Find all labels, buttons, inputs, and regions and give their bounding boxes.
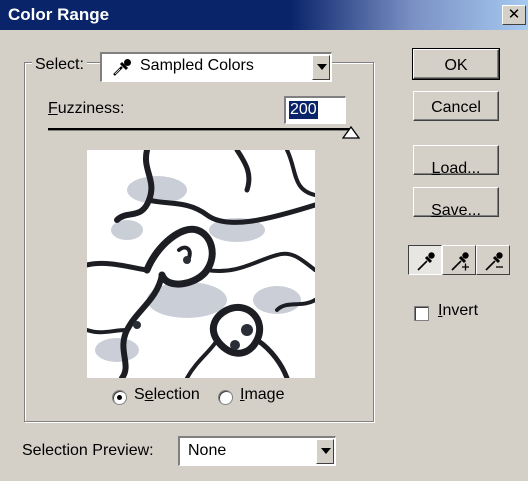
fuzziness-label: Fuzziness: bbox=[48, 100, 125, 117]
selection-preview-dropdown[interactable]: None bbox=[178, 436, 336, 466]
select-value: Sampled Colors bbox=[140, 57, 254, 74]
select-dropdown[interactable]: Sampled Colors bbox=[100, 52, 332, 82]
image-radio[interactable] bbox=[218, 390, 233, 405]
eyedropper-minus-tool-button[interactable] bbox=[476, 245, 510, 275]
load-button[interactable]: Load... bbox=[413, 145, 499, 177]
eyedropper-tool-button[interactable] bbox=[408, 245, 442, 275]
chevron-down-icon[interactable] bbox=[312, 55, 330, 80]
selection-preview-value: None bbox=[188, 442, 227, 459]
selection-radio-label[interactable]: Selection bbox=[134, 386, 200, 404]
selection-preview-label: Selection Preview: bbox=[22, 442, 154, 459]
chevron-down-icon[interactable] bbox=[316, 439, 334, 464]
invert-checkbox[interactable] bbox=[414, 306, 429, 321]
eyedropper-minus-icon bbox=[483, 250, 505, 277]
selection-radio[interactable] bbox=[112, 390, 127, 405]
cancel-button[interactable]: Cancel bbox=[413, 91, 499, 121]
select-legend: Select: bbox=[32, 53, 87, 77]
selection-preview-image[interactable] bbox=[87, 150, 315, 378]
fuzziness-value: 200 bbox=[289, 101, 318, 119]
fuzziness-slider-track[interactable] bbox=[48, 128, 352, 131]
select-label: Select: bbox=[35, 56, 84, 73]
close-icon: ✕ bbox=[507, 6, 521, 23]
eyedropper-plus-tool-button[interactable] bbox=[442, 245, 476, 275]
fuzziness-input[interactable]: 200 bbox=[284, 96, 346, 124]
image-radio-label[interactable]: Image bbox=[240, 386, 284, 404]
eyedropper-icon bbox=[415, 250, 437, 277]
ok-button[interactable]: OK bbox=[412, 48, 500, 80]
title-bar: Color Range ✕ bbox=[0, 0, 528, 30]
fuzziness-slider-thumb[interactable] bbox=[341, 125, 361, 145]
eyedropper-icon bbox=[110, 57, 134, 82]
eyedropper-plus-icon bbox=[449, 250, 471, 277]
close-button[interactable]: ✕ bbox=[502, 5, 526, 25]
save-button[interactable]: Save... bbox=[413, 187, 499, 219]
invert-label[interactable]: Invert bbox=[438, 302, 478, 320]
window-title: Color Range bbox=[8, 5, 110, 24]
